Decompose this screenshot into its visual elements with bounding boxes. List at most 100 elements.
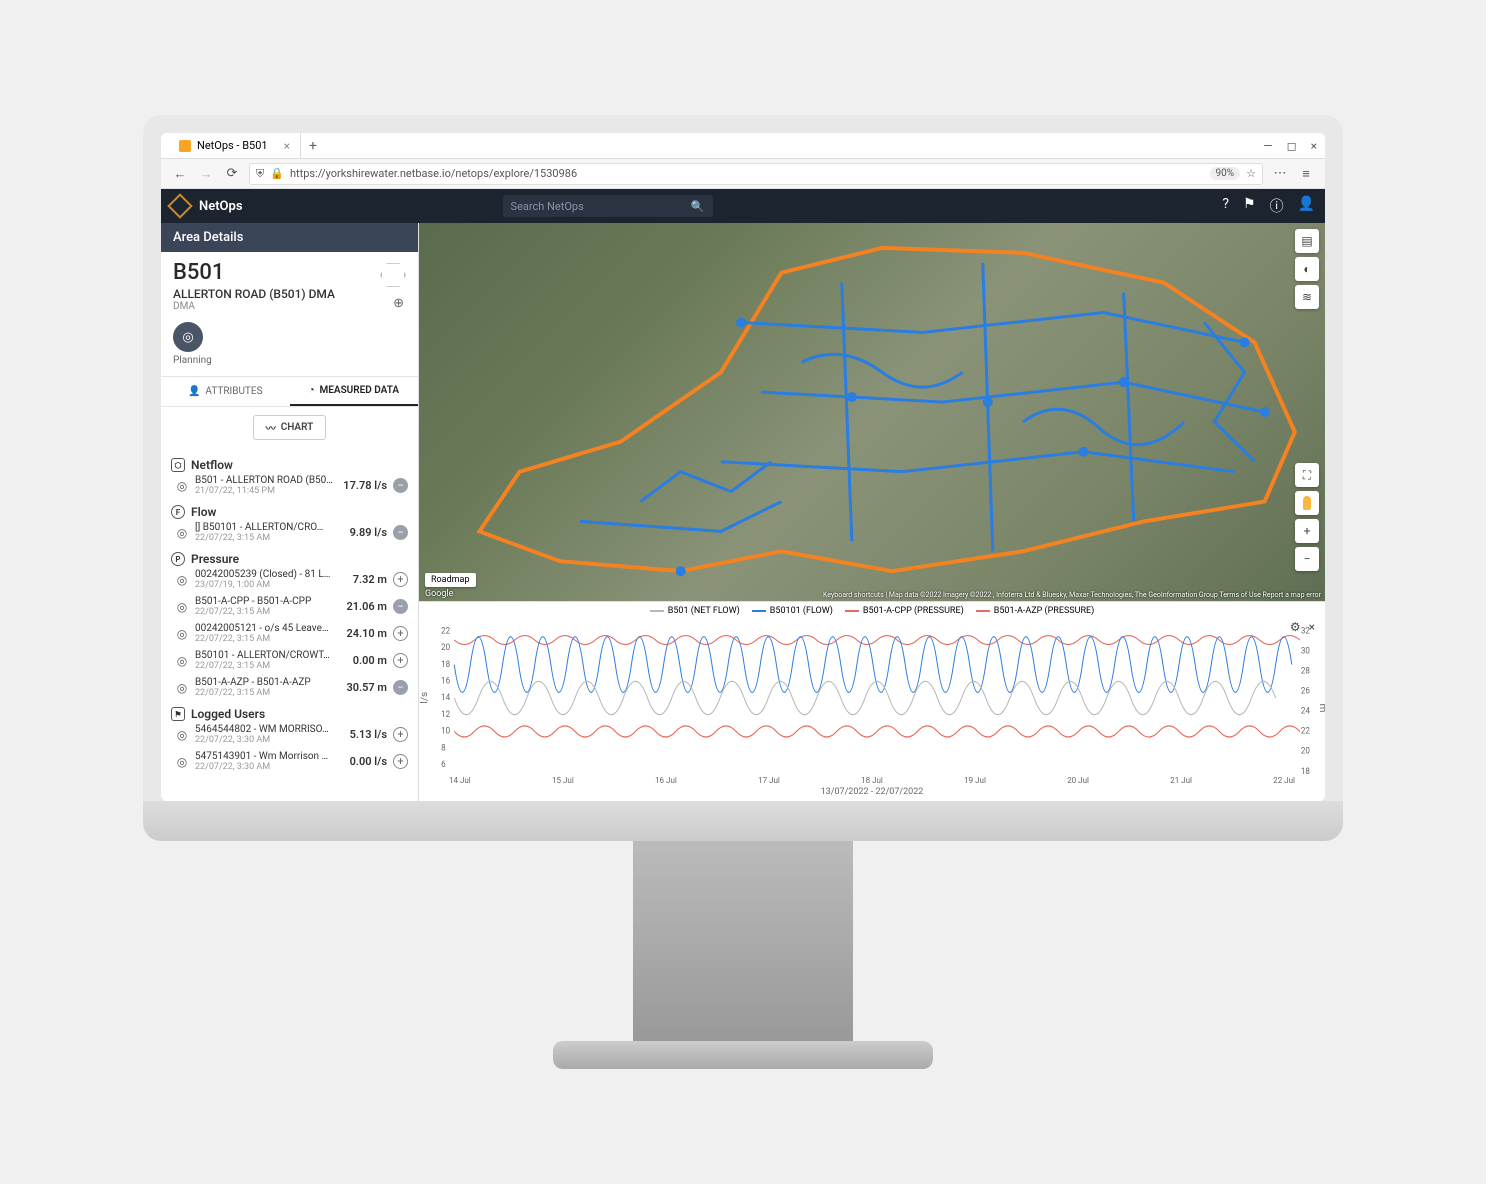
row-timestamp: 22/07/22, 3:30 AM: [195, 762, 344, 772]
flow-icon: F: [171, 505, 185, 519]
area-type: DMA: [173, 301, 406, 312]
area-code: B501: [173, 260, 406, 285]
row-value: 24.10 m: [346, 627, 387, 640]
window-close-icon[interactable]: ×: [1311, 139, 1317, 153]
pegman-icon[interactable]: [1295, 491, 1319, 515]
planning-label: Planning: [173, 355, 406, 366]
row-title: [] B50101 - ALLERTON/CRO…: [195, 522, 344, 533]
svg-text:20: 20: [441, 643, 450, 653]
map-view[interactable]: ▤ ◐ ≋ ⛶ + − Roadmap Google Keyboard shor…: [419, 223, 1325, 601]
data-row[interactable]: ◎ B501 - ALLERTON ROAD (B501) D… 21/07/2…: [171, 472, 408, 499]
locate-icon[interactable]: ⊕: [393, 296, 404, 311]
row-timestamp: 22/07/22, 3:15 AM: [195, 607, 340, 617]
window-minimize-icon[interactable]: —: [1263, 139, 1272, 153]
help-icon[interactable]: ?: [1222, 196, 1229, 216]
planning-button[interactable]: ◎: [173, 322, 203, 352]
nav-reload-icon[interactable]: ⟳: [223, 166, 241, 181]
row-value: 17.78 l/s: [343, 479, 387, 492]
chart-svg[interactable]: l/s m 22201816 14121086 32302826 2422201…: [419, 620, 1325, 776]
svg-text:30: 30: [1301, 646, 1310, 656]
target-icon[interactable]: ◎: [175, 755, 189, 769]
brand-name[interactable]: NetOps: [199, 199, 243, 214]
target-icon[interactable]: ◎: [175, 600, 189, 614]
window-maximize-icon[interactable]: ◻: [1287, 139, 1297, 153]
row-timestamp: 21/07/22, 11:45 PM: [195, 486, 337, 496]
lock-icon: 🔒: [270, 167, 284, 180]
target-icon[interactable]: ◎: [175, 526, 189, 540]
legend-item[interactable]: B501-A-CPP (PRESSURE): [863, 606, 964, 616]
chart-button[interactable]: 〰 CHART: [253, 415, 327, 440]
svg-text:22: 22: [441, 626, 450, 636]
map-type-toggle[interactable]: Roadmap: [425, 573, 476, 587]
area-summary: B501 ALLERTON ROAD (B501) DMA DMA ⊕: [161, 252, 418, 316]
browser-tab[interactable]: NetOps - B501 ×: [169, 133, 301, 158]
data-row[interactable]: ◎ B50101 - ALLERTON/CROWT… 22/07/22, 3:1…: [171, 647, 408, 674]
target-icon[interactable]: ◎: [175, 728, 189, 742]
map-fullscreen-icon[interactable]: ⛶: [1295, 463, 1319, 487]
tab-close-icon[interactable]: ×: [284, 139, 290, 153]
address-bar[interactable]: ⛨ 🔒 https://yorkshirewater.netbase.io/ne…: [249, 163, 1263, 185]
account-icon[interactable]: 👤: [1298, 196, 1315, 216]
row-title: 5464544802 - WM MORRISO…: [195, 724, 344, 735]
flag-icon[interactable]: ⚑: [1243, 196, 1256, 216]
sidebar: Area Details B501 ALLERTON ROAD (B501) D…: [161, 223, 419, 801]
row-toggle-button[interactable]: +: [393, 653, 408, 668]
y-axis-left-label: l/s: [419, 692, 429, 704]
row-toggle-button[interactable]: +: [393, 754, 408, 769]
zoom-indicator[interactable]: 90%: [1210, 167, 1241, 180]
svg-text:28: 28: [1301, 666, 1310, 676]
legend-item[interactable]: B501-A-AZP (PRESSURE): [994, 606, 1095, 616]
row-toggle-button[interactable]: +: [393, 626, 408, 641]
target-icon[interactable]: ◎: [175, 573, 189, 587]
target-icon[interactable]: ◎: [175, 654, 189, 668]
map-legend-icon[interactable]: ≋: [1295, 285, 1319, 309]
target-icon[interactable]: ◎: [175, 479, 189, 493]
row-toggle-button[interactable]: +: [393, 572, 408, 587]
map-zoom-in[interactable]: +: [1295, 519, 1319, 543]
series-netflow: [454, 681, 1275, 714]
row-title: B501-A-AZP - B501-A-AZP: [195, 677, 340, 688]
data-row[interactable]: ◎ [] B50101 - ALLERTON/CRO… 22/07/22, 3:…: [171, 519, 408, 546]
row-value: 21.06 m: [346, 600, 387, 613]
row-toggle-button[interactable]: −: [393, 680, 408, 695]
extensions-icon[interactable]: ⋯: [1271, 166, 1289, 181]
legend-item[interactable]: B50101 (FLOW): [770, 606, 833, 616]
series-cpp: [454, 726, 1300, 737]
row-toggle-button[interactable]: −: [393, 478, 408, 493]
data-row[interactable]: ◎ B501-A-CPP - B501-A-CPP 22/07/22, 3:15…: [171, 593, 408, 620]
chart-pane: B501 (NET FLOW) B50101 (FLOW) B501-A-CPP…: [419, 601, 1325, 801]
data-row[interactable]: ◎ 00242005239 (Closed) - 81 L… 23/07/19,…: [171, 566, 408, 593]
map-layers-icon[interactable]: ▤: [1295, 229, 1319, 253]
row-title: B50101 - ALLERTON/CROWT…: [195, 650, 347, 661]
menu-icon[interactable]: ≡: [1297, 166, 1315, 182]
target-icon[interactable]: ◎: [175, 681, 189, 695]
row-value: 9.89 l/s: [350, 526, 387, 539]
legend-item[interactable]: B501 (NET FLOW): [668, 606, 740, 616]
series-azp: [454, 636, 1300, 645]
row-toggle-button[interactable]: −: [393, 599, 408, 614]
data-row[interactable]: ◎ 00242005121 - o/s 45 Leave… 22/07/22, …: [171, 620, 408, 647]
target-icon[interactable]: ◎: [175, 627, 189, 641]
browser-toolbar: ← → ⟳ ⛨ 🔒 https://yorkshirewater.netbase…: [161, 159, 1325, 189]
data-row[interactable]: ◎ 5464544802 - WM MORRISO… 22/07/22, 3:3…: [171, 721, 408, 748]
info-icon[interactable]: ⓘ: [1270, 196, 1284, 216]
tab-measured-data[interactable]: ◔ MEASURED DATA: [290, 377, 419, 406]
row-toggle-button[interactable]: −: [393, 525, 408, 540]
data-row[interactable]: ◎ B501-A-AZP - B501-A-AZP 22/07/22, 3:15…: [171, 674, 408, 701]
search-input[interactable]: Search NetOps 🔍: [503, 195, 713, 217]
svg-text:12: 12: [441, 710, 450, 720]
new-tab-button[interactable]: +: [301, 138, 325, 154]
svg-text:20: 20: [1301, 746, 1310, 756]
section-header-flow: FFlow: [171, 505, 408, 519]
row-timestamp: 22/07/22, 3:15 AM: [195, 661, 347, 671]
row-toggle-button[interactable]: +: [393, 727, 408, 742]
tab-attributes[interactable]: 👤 ATTRIBUTES: [161, 377, 290, 406]
bookmark-icon[interactable]: ☆: [1246, 167, 1256, 180]
nav-back-icon[interactable]: ←: [171, 166, 189, 182]
map-zoom-out[interactable]: −: [1295, 547, 1319, 571]
data-row[interactable]: ◎ 5475143901 - Wm Morrison … 22/07/22, 3…: [171, 748, 408, 775]
nav-forward-icon[interactable]: →: [197, 166, 215, 182]
y-ticks-left: 22201816 14121086: [441, 626, 450, 770]
map-style-icon[interactable]: ◐: [1295, 257, 1319, 281]
row-value: 7.32 m: [353, 573, 387, 586]
